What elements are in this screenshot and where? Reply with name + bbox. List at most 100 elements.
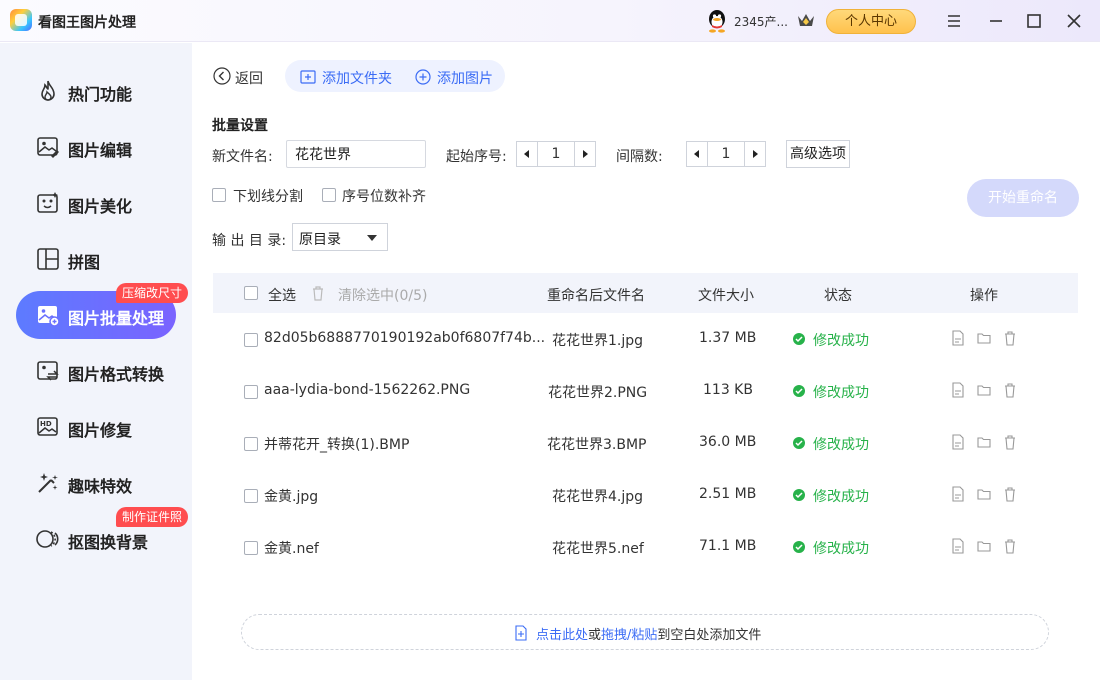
success-check-icon bbox=[793, 541, 805, 553]
sidebar-item-effects[interactable]: 趣味特效 bbox=[16, 459, 176, 507]
start-number-value[interactable]: 1 bbox=[537, 142, 575, 166]
select-all-checkbox[interactable] bbox=[244, 286, 258, 300]
drag-paste-link[interactable]: 拖拽/粘贴 bbox=[601, 628, 657, 643]
magic-effect-icon bbox=[38, 473, 58, 493]
folder-icon[interactable] bbox=[977, 434, 991, 450]
minimize-icon[interactable] bbox=[984, 9, 1008, 33]
menu-icon[interactable] bbox=[942, 9, 966, 33]
folder-icon[interactable] bbox=[977, 486, 991, 502]
pad-digits-checkbox[interactable] bbox=[322, 188, 336, 202]
app-title: 看图王图片处理 bbox=[38, 15, 136, 31]
file-size: 1.37 MB bbox=[699, 330, 757, 346]
file-icon[interactable] bbox=[951, 486, 965, 502]
image-beautify-icon bbox=[37, 192, 58, 213]
cutout-icon bbox=[36, 530, 59, 548]
success-check-icon bbox=[793, 333, 805, 345]
success-check-icon bbox=[793, 489, 805, 501]
personal-center-button[interactable]: 个人中心 bbox=[826, 9, 916, 34]
sidebar-item-repair[interactable]: HD 图片修复 bbox=[16, 403, 176, 451]
renamed-filename: 花花世界3.BMP bbox=[547, 437, 647, 453]
qq-avatar-icon[interactable] bbox=[706, 9, 728, 33]
table-row[interactable]: 金黄.nef 花花世界5.nef 71.1 MB 修改成功 bbox=[213, 521, 1078, 573]
original-filename: 金黄.jpg bbox=[264, 489, 319, 505]
trash-icon[interactable] bbox=[1003, 486, 1017, 502]
column-status: 状态 bbox=[824, 288, 852, 304]
advanced-options-button[interactable]: 高级选项 bbox=[786, 140, 850, 168]
svg-text:HD: HD bbox=[40, 420, 52, 428]
increment-icon[interactable] bbox=[745, 142, 765, 166]
start-rename-button[interactable]: 开始重命名 bbox=[967, 179, 1079, 217]
sidebar-item-hot[interactable]: 热门功能 bbox=[16, 67, 176, 115]
original-filename: 金黄.nef bbox=[264, 541, 319, 557]
underscore-checkbox[interactable] bbox=[212, 188, 226, 202]
trash-icon[interactable] bbox=[1003, 330, 1017, 346]
status-text: 修改成功 bbox=[813, 541, 869, 557]
sidebar-item-convert[interactable]: 图片格式转换 bbox=[16, 347, 176, 395]
add-files-group: 添加文件夹 添加图片 bbox=[285, 60, 505, 92]
row-checkbox[interactable] bbox=[244, 541, 258, 555]
folder-icon[interactable] bbox=[977, 538, 991, 554]
hd-repair-icon: HD bbox=[37, 417, 58, 436]
close-icon[interactable] bbox=[1062, 9, 1086, 33]
output-dir-select[interactable]: 原目录 bbox=[292, 223, 388, 251]
table-row[interactable]: 82d05b6888770190192ab0f6807f74b... 花花世界1… bbox=[213, 313, 1078, 365]
renamed-filename: 花花世界2.PNG bbox=[548, 385, 648, 401]
file-icon[interactable] bbox=[951, 330, 965, 346]
trash-icon[interactable] bbox=[1003, 382, 1017, 398]
table-row[interactable]: 并蒂花开_转换(1).BMP 花花世界3.BMP 36.0 MB 修改成功 bbox=[213, 417, 1078, 469]
collage-icon bbox=[37, 248, 59, 270]
original-filename: aaa-lydia-bond-1562262.PNG bbox=[264, 382, 471, 398]
interval-value[interactable]: 1 bbox=[707, 142, 745, 166]
click-here-link[interactable]: 点击此处 bbox=[536, 628, 588, 643]
folder-icon[interactable] bbox=[977, 382, 991, 398]
row-checkbox[interactable] bbox=[244, 437, 258, 451]
column-renamed: 重命名后文件名 bbox=[547, 288, 645, 304]
original-filename: 82d05b6888770190192ab0f6807f74b... bbox=[264, 330, 546, 346]
add-folder-icon bbox=[300, 70, 316, 84]
add-file-icon bbox=[515, 625, 527, 641]
trash-icon[interactable] bbox=[1003, 434, 1017, 450]
row-checkbox[interactable] bbox=[244, 385, 258, 399]
decrement-icon[interactable] bbox=[517, 142, 537, 166]
sidebar-item-beautify[interactable]: 图片美化 bbox=[16, 179, 176, 227]
file-icon[interactable] bbox=[951, 538, 965, 554]
column-size: 文件大小 bbox=[698, 288, 754, 304]
interval-label: 间隔数: bbox=[616, 149, 663, 165]
sidebar-item-collage[interactable]: 拼图 bbox=[16, 235, 176, 283]
trash-icon[interactable] bbox=[311, 285, 325, 301]
table-row[interactable]: aaa-lydia-bond-1562262.PNG 花花世界2.PNG 113… bbox=[213, 365, 1078, 417]
new-name-input[interactable] bbox=[286, 140, 426, 168]
maximize-icon[interactable] bbox=[1022, 9, 1046, 33]
success-check-icon bbox=[793, 385, 805, 397]
decrement-icon[interactable] bbox=[687, 142, 707, 166]
batch-settings-title: 批量设置 bbox=[212, 118, 268, 134]
file-icon[interactable] bbox=[951, 382, 965, 398]
sidebar-item-label: 抠图换背景 bbox=[68, 533, 149, 552]
file-size: 2.51 MB bbox=[699, 486, 757, 502]
file-size: 71.1 MB bbox=[699, 538, 757, 554]
start-number-stepper: 1 bbox=[516, 141, 596, 167]
select-all-label[interactable]: 全选 bbox=[268, 285, 296, 305]
user-name[interactable]: 2345产... bbox=[734, 13, 788, 30]
add-image-label: 添加图片 bbox=[437, 71, 493, 87]
trash-icon[interactable] bbox=[1003, 538, 1017, 554]
row-checkbox[interactable] bbox=[244, 489, 258, 503]
file-icon[interactable] bbox=[951, 434, 965, 450]
drop-zone[interactable]: 点击此处或拖拽/粘贴到空白处添加文件 bbox=[241, 614, 1049, 650]
folder-icon[interactable] bbox=[977, 330, 991, 346]
renamed-filename: 花花世界5.nef bbox=[552, 541, 644, 557]
app-logo-icon bbox=[10, 9, 32, 31]
back-arrow-icon bbox=[213, 67, 231, 85]
status-text: 修改成功 bbox=[813, 333, 869, 349]
vip-crown-icon[interactable] bbox=[797, 12, 815, 28]
column-ops: 操作 bbox=[970, 288, 998, 304]
sidebar-item-label: 图片批量处理 bbox=[68, 309, 165, 328]
increment-icon[interactable] bbox=[575, 142, 595, 166]
sidebar-item-label: 图片美化 bbox=[68, 197, 133, 216]
table-row[interactable]: 金黄.jpg 花花世界4.jpg 2.51 MB 修改成功 bbox=[213, 469, 1078, 521]
status-text: 修改成功 bbox=[813, 489, 869, 505]
sidebar-item-edit[interactable]: 图片编辑 bbox=[16, 123, 176, 171]
row-checkbox[interactable] bbox=[244, 333, 258, 347]
batch-image-icon bbox=[38, 306, 60, 327]
clear-selected-button[interactable]: 清除选中(0/5) bbox=[338, 285, 427, 305]
